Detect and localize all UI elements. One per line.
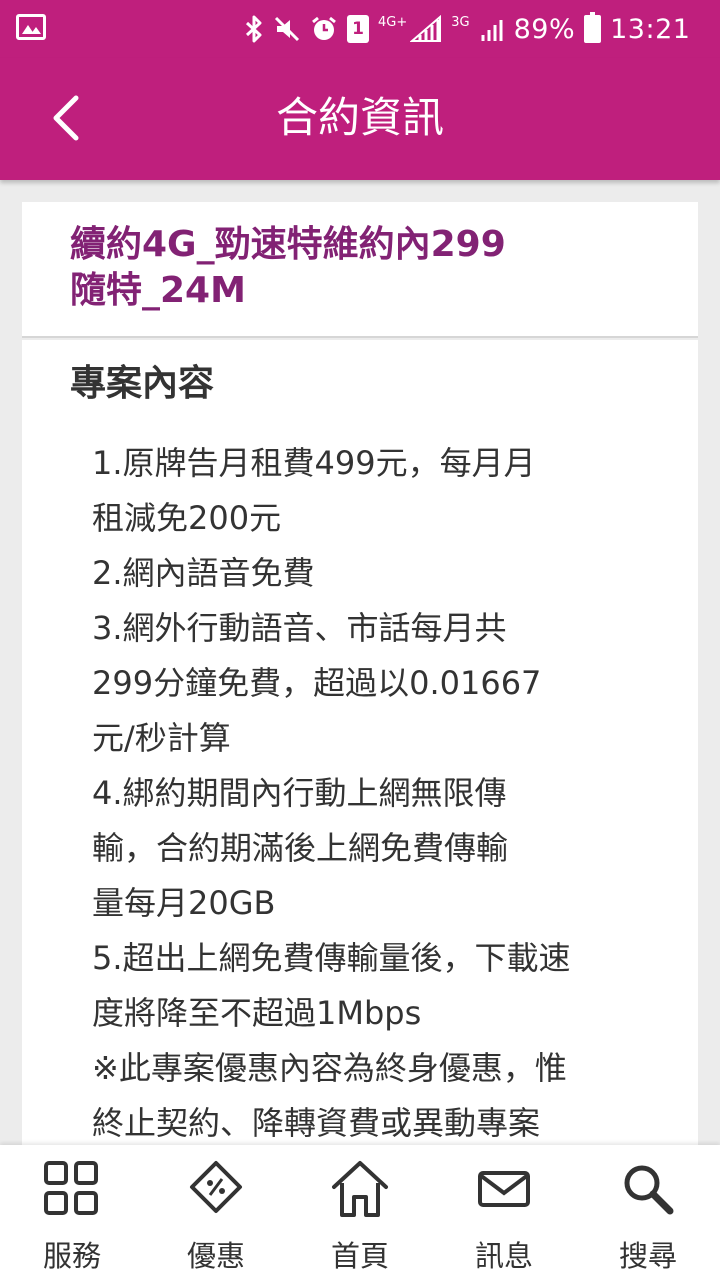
battery-icon: [584, 12, 602, 43]
content-line: 2.網內語音免費: [92, 554, 315, 592]
network-3g-label: 3G: [451, 14, 470, 30]
plan-title-line2: 隨特_24M: [70, 270, 246, 311]
nav-item-search[interactable]: 搜尋: [576, 1145, 720, 1280]
nav-label: 首頁: [330, 1239, 389, 1273]
nav-item-home[interactable]: 首頁: [288, 1145, 432, 1280]
content-line: 租減免200元: [92, 499, 282, 537]
nav-label: 搜尋: [618, 1239, 677, 1273]
content-line: 4.綁約期間內行動上網無限傳: [92, 774, 507, 812]
nav-item-offers[interactable]: 優惠: [144, 1145, 288, 1280]
signal-strength-3g-icon: [473, 15, 505, 43]
content-line: ※此專案優惠內容為終身優惠，惟: [92, 1049, 567, 1087]
grid-icon: [44, 1161, 98, 1215]
plan-content-list: 1.原牌告月租費499元，每月月 租減免200元 2.網內語音免費 3.網外行動…: [92, 436, 672, 1151]
clock: 13:21: [610, 13, 691, 45]
network-4g-label: 4G+: [378, 14, 408, 30]
content-line: 3.網外行動語音、市話每月共: [92, 609, 507, 647]
status-bar: 1 4G+ 3G 89% 13:21: [0, 0, 720, 58]
nav-item-services[interactable]: 服務: [0, 1145, 144, 1280]
section-title: 專案內容: [70, 363, 215, 404]
plan-header-card: 續約4G_勁速特維約內299 隨特_24M: [22, 202, 698, 338]
nav-label: 優惠: [186, 1239, 245, 1273]
content-line: 299分鐘免費，超過以0.01667: [92, 664, 542, 702]
sim-slot-icon: 1: [347, 15, 369, 43]
content-line: 終止契約、降轉資費或異動專案: [92, 1104, 541, 1142]
home-icon: [332, 1161, 388, 1217]
content-line: 量每月20GB: [92, 884, 276, 922]
app-bar: 合約資訊: [0, 58, 720, 180]
alarm-icon: [310, 15, 338, 43]
mail-icon: [478, 1171, 530, 1207]
content-line: 輸，合約期滿後上網免費傳輸: [92, 829, 509, 867]
bluetooth-icon: [244, 15, 264, 43]
signal-strength-icon: [410, 15, 442, 43]
status-icons: 1 4G+ 3G 89% 13:21: [244, 12, 690, 46]
nav-label: 服務: [42, 1239, 101, 1273]
nav-label: 訊息: [474, 1239, 533, 1273]
content-line: 5.超出上網免費傳輸量後，下載速: [92, 939, 571, 977]
discount-tag-icon: [190, 1161, 242, 1213]
content-line: 1.原牌告月租費499元，每月月: [92, 444, 536, 482]
gallery-notification-icon: [16, 14, 46, 40]
bottom-nav: 服務 優惠 首頁 訊息 搜尋: [0, 1145, 720, 1280]
mute-icon: [273, 15, 301, 43]
content-line: 度將降至不超過1Mbps: [92, 994, 422, 1032]
search-icon: [624, 1165, 674, 1215]
plan-title-line1: 續約4G_勁速特維約內299: [70, 224, 506, 265]
plan-title: 續約4G_勁速特維約內299 隨特_24M: [70, 222, 670, 314]
nav-item-messages[interactable]: 訊息: [432, 1145, 576, 1280]
content-line: 元/秒計算: [92, 719, 231, 757]
page-title: 合約資訊: [275, 93, 444, 142]
battery-percent: 89%: [513, 13, 576, 45]
plan-content-card: 專案內容 1.原牌告月租費499元，每月月 租減免200元 2.網內語音免費 3…: [22, 340, 698, 1160]
